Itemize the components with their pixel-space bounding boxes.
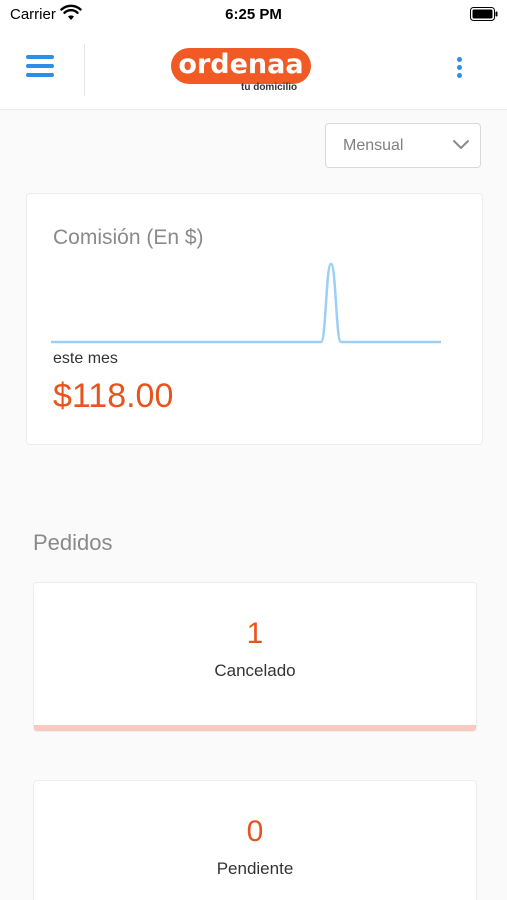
order-count: 0 bbox=[246, 815, 264, 848]
order-card-cancelled[interactable]: 1 Cancelado bbox=[33, 582, 477, 732]
logo-wordmark: ordenaa bbox=[171, 48, 311, 84]
order-card-pending[interactable]: 0 Pendiente bbox=[33, 780, 477, 900]
order-status-bar bbox=[34, 725, 476, 731]
commission-value: $118.00 bbox=[53, 377, 174, 415]
app-logo: ordenaa tu domicilio bbox=[171, 48, 311, 100]
commission-title: Comisión (En $) bbox=[53, 226, 204, 249]
order-status-label: Cancelado bbox=[214, 661, 296, 680]
hamburger-menu-icon[interactable] bbox=[22, 52, 58, 82]
commission-card: Comisión (En $) este mes $118.00 bbox=[26, 193, 483, 445]
app-header: ordenaa tu domicilio bbox=[0, 30, 507, 110]
chevron-down-icon bbox=[453, 140, 469, 149]
clock: 6:25 PM bbox=[225, 6, 282, 23]
commission-sparkline bbox=[51, 262, 441, 344]
status-bar: Carrier 6:25 PM bbox=[0, 0, 507, 30]
commission-period-label: este mes bbox=[53, 350, 118, 367]
commission-series-line bbox=[51, 262, 441, 344]
vertical-dots-icon[interactable] bbox=[450, 54, 470, 84]
order-count: 1 bbox=[246, 617, 264, 650]
order-status-label: Pendiente bbox=[216, 859, 294, 878]
dashboard-content: Mensual Comisión (En $) este mes $118.00… bbox=[0, 110, 507, 900]
period-select[interactable]: Mensual bbox=[325, 123, 481, 168]
battery-icon bbox=[470, 7, 498, 21]
period-select-value: Mensual bbox=[343, 137, 404, 154]
logo-tagline: tu domicilio bbox=[241, 82, 298, 93]
header-divider bbox=[84, 44, 85, 96]
orders-section-title: Pedidos bbox=[33, 530, 113, 555]
